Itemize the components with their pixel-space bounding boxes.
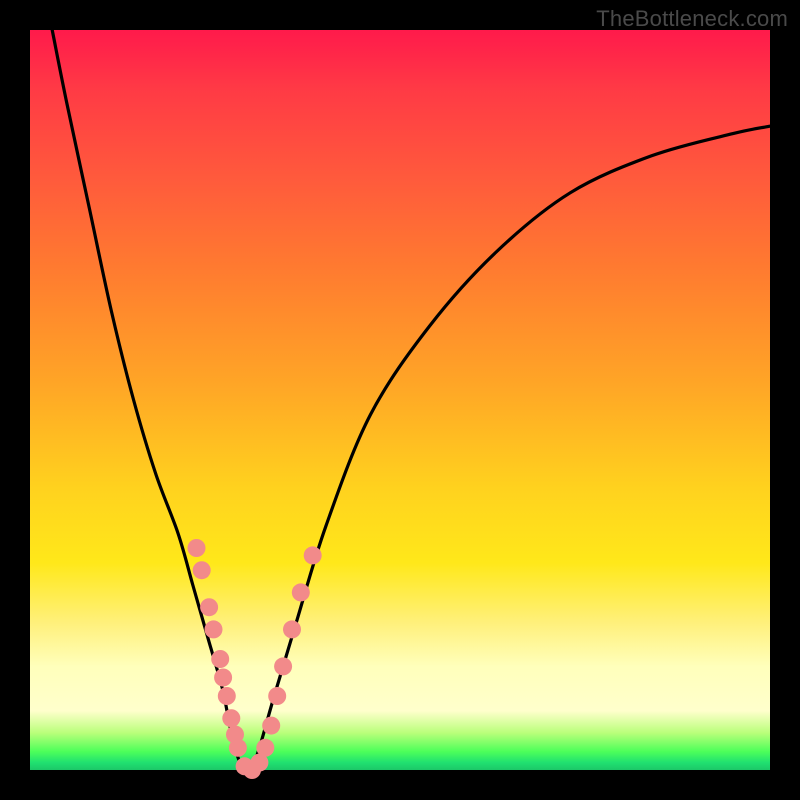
plot-area bbox=[30, 30, 770, 770]
highlight-dots-group bbox=[188, 539, 322, 779]
highlight-dot bbox=[268, 687, 286, 705]
highlight-dot bbox=[256, 739, 274, 757]
curve-svg bbox=[30, 30, 770, 770]
bottleneck-curve bbox=[52, 30, 770, 771]
highlight-dot bbox=[188, 539, 206, 557]
highlight-dot bbox=[229, 739, 247, 757]
watermark-text: TheBottleneck.com bbox=[596, 6, 788, 32]
highlight-dot bbox=[262, 717, 280, 735]
highlight-dot bbox=[205, 620, 223, 638]
highlight-dot bbox=[214, 669, 232, 687]
highlight-dot bbox=[200, 598, 218, 616]
chart-frame: TheBottleneck.com bbox=[0, 0, 800, 800]
highlight-dot bbox=[222, 709, 240, 727]
highlight-dot bbox=[292, 583, 310, 601]
highlight-dot bbox=[283, 620, 301, 638]
highlight-dot bbox=[304, 546, 322, 564]
highlight-dot bbox=[274, 657, 292, 675]
highlight-dot bbox=[218, 687, 236, 705]
highlight-dot bbox=[193, 561, 211, 579]
highlight-dot bbox=[211, 650, 229, 668]
